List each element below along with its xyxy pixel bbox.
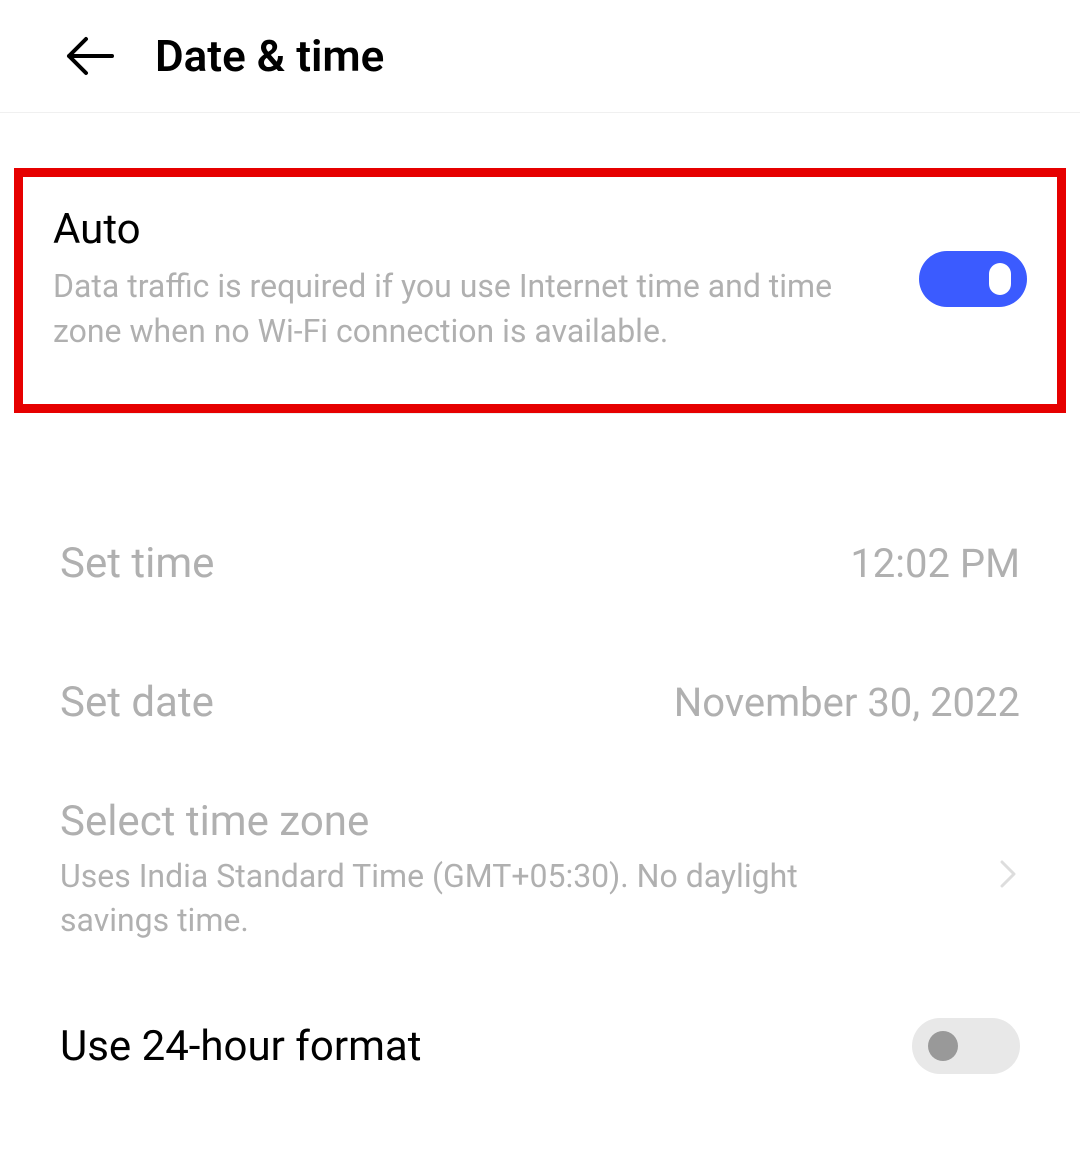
header: Date & time <box>0 0 1080 113</box>
format-24h-row[interactable]: Use 24-hour format <box>0 983 1080 1109</box>
page-title: Date & time <box>155 30 384 82</box>
timezone-title: Select time zone <box>60 797 980 846</box>
auto-description: Data traffic is required if you use Inte… <box>53 264 833 354</box>
format-24h-toggle[interactable] <box>912 1018 1020 1074</box>
set-date-label: Set date <box>60 678 214 727</box>
timezone-description: Uses India Standard Time (GMT+05:30). No… <box>60 854 840 944</box>
back-arrow-icon[interactable] <box>65 31 115 81</box>
auto-title: Auto <box>53 205 899 254</box>
set-time-row[interactable]: Set time 12:02 PM <box>0 494 1080 633</box>
chevron-right-icon <box>1000 860 1020 880</box>
auto-toggle[interactable] <box>919 251 1027 307</box>
set-time-value: 12:02 PM <box>850 540 1020 587</box>
set-time-label: Set time <box>60 539 214 588</box>
timezone-row[interactable]: Select time zone Uses India Standard Tim… <box>0 772 1080 984</box>
settings-content: Auto Data traffic is required if you use… <box>0 168 1080 1109</box>
auto-setting-row[interactable]: Auto Data traffic is required if you use… <box>14 168 1066 413</box>
set-date-value: November 30, 2022 <box>674 679 1020 726</box>
set-date-row[interactable]: Set date November 30, 2022 <box>0 633 1080 772</box>
format-24h-label: Use 24-hour format <box>60 1022 422 1071</box>
